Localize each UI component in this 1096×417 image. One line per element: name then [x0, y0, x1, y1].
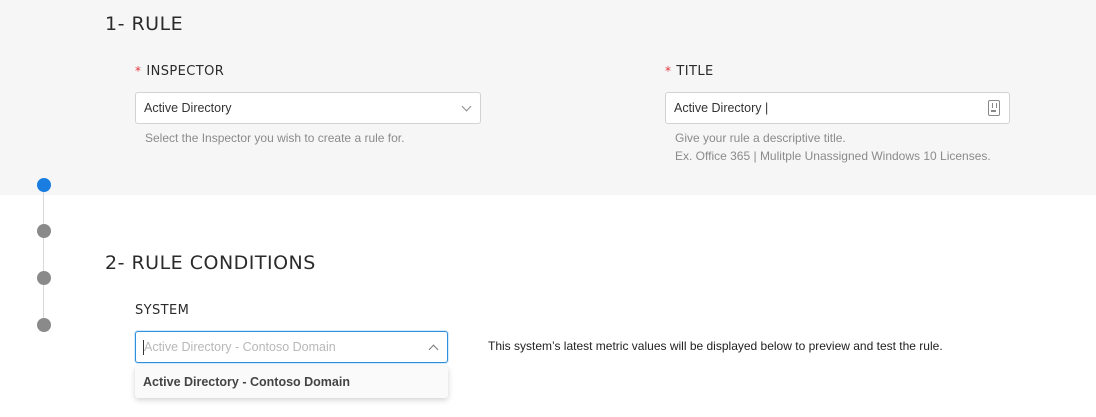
system-label: SYSTEM — [135, 303, 190, 318]
title-input[interactable]: Active Directory | — [665, 92, 1010, 124]
title-help-line2: Ex. Office 365 | Mulitple Unassigned Win… — [675, 149, 991, 163]
required-mark: * — [665, 64, 672, 78]
step-dot-3[interactable] — [37, 271, 51, 285]
inspector-select[interactable]: Active Directory — [135, 92, 481, 124]
system-select-placeholder: Active Directory - Contoso Domain — [144, 340, 336, 354]
title-help-line1: Give your rule a descriptive title. — [675, 131, 846, 145]
rule-conditions-heading: 2- RULE CONDITIONS — [105, 252, 316, 274]
title-label-text: TITLE — [676, 64, 714, 79]
step-dot-1-active[interactable] — [37, 178, 51, 192]
chevron-up-icon — [428, 344, 439, 355]
title-label: * TITLE — [665, 64, 714, 79]
inspector-help: Select the Inspector you wish to create … — [145, 131, 405, 145]
text-field-icon — [988, 100, 1000, 116]
inspector-selected-value: Active Directory — [144, 101, 232, 115]
rule-section: 1- RULE * INSPECTOR Active Directory Sele… — [0, 0, 1096, 195]
step-dot-4[interactable] — [37, 318, 51, 332]
system-option-contoso[interactable]: Active Directory - Contoso Domain — [143, 375, 350, 389]
step-dot-2[interactable] — [37, 224, 51, 238]
stepper-line — [43, 186, 44, 326]
system-select[interactable]: Active Directory - Contoso Domain — [135, 331, 448, 363]
system-info-text: This system’s latest metric values will … — [488, 339, 943, 353]
inspector-label: * INSPECTOR — [135, 64, 224, 79]
inspector-label-text: INSPECTOR — [146, 64, 225, 79]
chevron-down-icon — [461, 101, 472, 112]
title-input-value: Active Directory | — [674, 101, 769, 115]
system-dropdown-menu: Active Directory - Contoso Domain — [135, 366, 448, 398]
required-mark: * — [135, 64, 142, 78]
rule-editor-page: 1- RULE * INSPECTOR Active Directory Sele… — [0, 0, 1096, 417]
rule-heading: 1- RULE — [105, 13, 184, 35]
